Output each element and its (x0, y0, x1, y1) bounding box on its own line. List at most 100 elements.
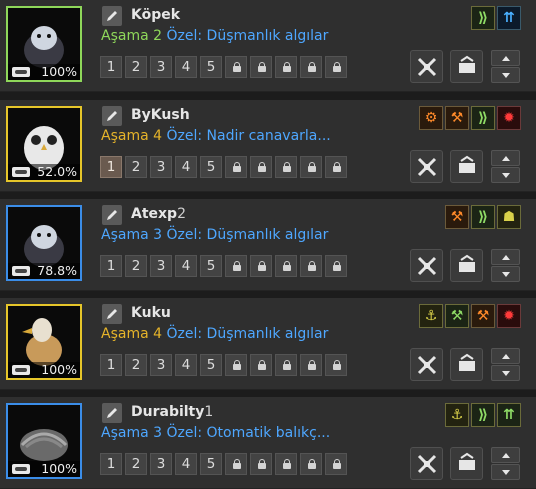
rename-pencil-icon[interactable] (102, 304, 122, 324)
pet-portrait[interactable]: 100% (6, 304, 82, 380)
axe-icon[interactable]: ⚒ (445, 205, 469, 229)
exchange-pet-button[interactable] (450, 249, 483, 282)
skill-slot[interactable]: 1 (100, 56, 122, 78)
skill-slot[interactable]: 3 (150, 453, 172, 475)
skill-slot[interactable]: 4 (175, 156, 197, 178)
pet-stage-line: Aşama 4 Özel: Düşmanlık algılar (101, 325, 328, 343)
exchange-pet-button[interactable] (450, 348, 483, 381)
stage-label: Aşama (101, 227, 149, 243)
pet-row[interactable]: 100% Köpek Aşama 2 Özel: Düşmanlık algılar… (0, 0, 536, 92)
move-down-button[interactable] (491, 365, 520, 381)
skill-slot[interactable]: 1 (100, 453, 122, 475)
wings-icon[interactable]: ⟫ (471, 403, 495, 427)
skill-slot[interactable]: 4 (175, 354, 197, 376)
pet-name: Köpek (131, 6, 180, 24)
skill-slot[interactable]: 1 (100, 156, 122, 178)
axe-icon[interactable]: ⚒ (471, 304, 495, 328)
skill-slot[interactable]: 5 (200, 453, 222, 475)
food-icon (12, 67, 30, 77)
chevron-down-icon (502, 470, 510, 475)
skill-slot[interactable]: 2 (125, 453, 147, 475)
skill-slot[interactable]: 2 (125, 354, 147, 376)
lock-icon (283, 360, 291, 370)
move-down-button[interactable] (491, 266, 520, 282)
stage-label: Aşama (101, 326, 149, 342)
exchange-pet-button[interactable] (450, 50, 483, 83)
pet-row[interactable]: 52.0% ByKush Aşama 4 Özel: Nadir canavarla… (0, 100, 536, 192)
skill-slot[interactable]: 3 (150, 354, 172, 376)
skill-slot[interactable]: 5 (200, 156, 222, 178)
skill-slot[interactable]: 4 (175, 56, 197, 78)
skill-slot[interactable]: 3 (150, 156, 172, 178)
skill-slot[interactable]: 1 (100, 255, 122, 277)
hide-pet-button[interactable] (410, 447, 443, 480)
double-arrow-icon[interactable]: ⇈ (497, 6, 521, 30)
chevron-down-icon (502, 73, 510, 78)
hide-pet-button[interactable] (410, 348, 443, 381)
pet-portrait[interactable]: 100% (6, 403, 82, 479)
pet-name: Atexp2 (131, 205, 186, 223)
skill-slot[interactable]: 5 (200, 354, 222, 376)
stage-value: 3 (153, 425, 163, 441)
hammer-icon[interactable]: ⚒ (445, 106, 469, 130)
locked-slot (275, 453, 297, 475)
pet-name-text: Köpek (131, 7, 181, 23)
monster-icon[interactable]: ✹ (497, 106, 521, 130)
cart-icon[interactable]: ⚙ (419, 106, 443, 130)
pet-portrait[interactable]: 52.0% (6, 106, 82, 182)
pet-portrait[interactable]: 78.8% (6, 205, 82, 281)
skill-slot[interactable]: 4 (175, 255, 197, 277)
hook-icon[interactable]: ⚓ (445, 403, 469, 427)
hook-icon[interactable]: ⚓ (419, 304, 443, 328)
skill-slot[interactable]: 4 (175, 453, 197, 475)
skill-slot[interactable]: 3 (150, 56, 172, 78)
move-up-button[interactable] (491, 150, 520, 166)
wings-icon[interactable]: ⟫ (471, 106, 495, 130)
pet-portrait[interactable]: 100% (6, 6, 82, 82)
food-badge: 52.0% (8, 164, 80, 180)
monster-icon[interactable]: ✹ (497, 304, 521, 328)
locked-slot (250, 56, 272, 78)
wings-icon[interactable]: ⟫ (471, 6, 495, 30)
exchange-pet-button[interactable] (450, 447, 483, 480)
pet-row[interactable]: 100% Kuku Aşama 4 Özel: Düşmanlık algılar 1… (0, 298, 536, 390)
move-down-button[interactable] (491, 167, 520, 183)
move-down-button[interactable] (491, 67, 520, 83)
crossed-tools-icon (417, 256, 437, 276)
skill-slot[interactable]: 2 (125, 56, 147, 78)
rename-pencil-icon[interactable] (102, 106, 122, 126)
box-exchange-icon (459, 353, 475, 371)
rename-pencil-icon[interactable] (102, 403, 122, 423)
rename-pencil-icon[interactable] (102, 205, 122, 225)
move-down-button[interactable] (491, 464, 520, 480)
move-up-button[interactable] (491, 249, 520, 265)
locked-slot (250, 354, 272, 376)
exchange-pet-button[interactable] (450, 150, 483, 183)
hide-pet-button[interactable] (410, 150, 443, 183)
pet-row[interactable]: 100% Durabilty1 Aşama 3 Özel: Otomatik bal… (0, 397, 536, 489)
move-up-button[interactable] (491, 447, 520, 463)
move-up-button[interactable] (491, 50, 520, 66)
hide-pet-button[interactable] (410, 50, 443, 83)
wings-icon[interactable]: ⟫ (471, 205, 495, 229)
move-up-button[interactable] (491, 348, 520, 364)
claw-icon[interactable]: ☗ (497, 205, 521, 229)
skill-slot[interactable]: 1 (100, 354, 122, 376)
locked-slot (225, 255, 247, 277)
rename-pencil-icon[interactable] (102, 6, 122, 26)
crossed-tools-icon (417, 57, 437, 77)
skill-slot[interactable]: 3 (150, 255, 172, 277)
skill-slot[interactable]: 2 (125, 156, 147, 178)
lock-icon (283, 62, 291, 72)
hide-pet-button[interactable] (410, 249, 443, 282)
lock-icon (333, 162, 341, 172)
stage-value: 4 (153, 128, 163, 144)
skill-slot[interactable]: 5 (200, 255, 222, 277)
double-arrow-icon[interactable]: ⇈ (497, 403, 521, 427)
food-badge: 100% (8, 362, 80, 378)
skill-slot[interactable]: 2 (125, 255, 147, 277)
pet-stage-line: Aşama 2 Özel: Düşmanlık algılar (101, 27, 328, 45)
pet-row[interactable]: 78.8% Atexp2 Aşama 3 Özel: Düşmanlık algıl… (0, 199, 536, 291)
skill-slot[interactable]: 5 (200, 56, 222, 78)
pickaxe-icon[interactable]: ⚒ (445, 304, 469, 328)
